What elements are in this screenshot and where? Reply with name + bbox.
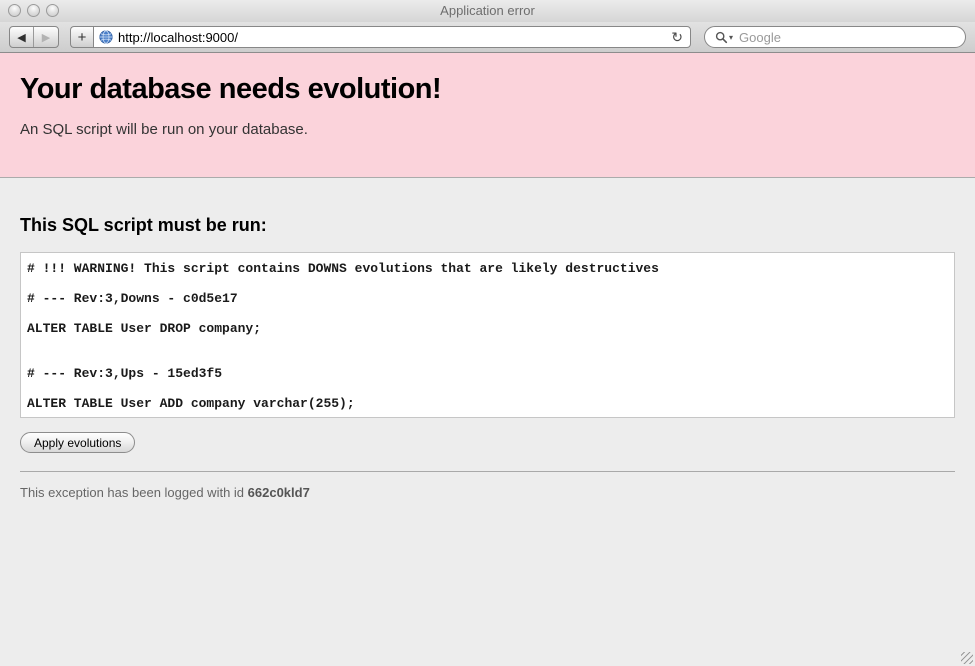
address-bar[interactable]: http://localhost:9000/ ↻: [93, 26, 691, 48]
url-text[interactable]: http://localhost:9000/: [118, 30, 671, 45]
exception-footer: This exception has been logged with id 6…: [0, 472, 975, 513]
traffic-lights: [8, 4, 59, 17]
resize-grip[interactable]: [961, 652, 973, 664]
plus-icon: +: [78, 29, 87, 46]
error-banner: Your database needs evolution! An SQL sc…: [0, 53, 975, 178]
reload-icon[interactable]: ↻: [671, 30, 683, 44]
new-tab-button[interactable]: +: [70, 26, 93, 48]
search-icon: [715, 31, 728, 44]
sql-section-heading: This SQL script must be run:: [20, 215, 955, 236]
globe-icon: [99, 30, 113, 44]
back-button[interactable]: ◀: [10, 27, 34, 47]
forward-icon: ▶: [42, 31, 50, 44]
search-field[interactable]: ▾ Google: [704, 26, 966, 48]
page-title: Your database needs evolution!: [20, 73, 955, 106]
minimize-window-button[interactable]: [27, 4, 40, 17]
page-subtitle: An SQL script will be run on your databa…: [20, 121, 955, 138]
close-window-button[interactable]: [8, 4, 21, 17]
browser-toolbar: ◀ ▶ + http://localhost:9000/ ↻ ▾ Google: [0, 22, 975, 53]
window-titlebar: Application error: [0, 0, 975, 22]
back-icon: ◀: [17, 31, 25, 44]
sql-script-block: # !!! WARNING! This script contains DOWN…: [20, 252, 955, 418]
window-title: Application error: [0, 0, 975, 22]
nav-buttons: ◀ ▶: [9, 26, 59, 48]
forward-button[interactable]: ▶: [34, 27, 58, 47]
main-content: This SQL script must be run: # !!! WARNI…: [0, 215, 975, 472]
zoom-window-button[interactable]: [46, 4, 59, 17]
exception-message: This exception has been logged with id: [20, 485, 248, 500]
search-options-caret-icon[interactable]: ▾: [729, 33, 733, 42]
apply-evolutions-button[interactable]: Apply evolutions: [20, 432, 135, 453]
search-placeholder: Google: [739, 30, 781, 45]
exception-id: 662c0kld7: [248, 485, 310, 500]
